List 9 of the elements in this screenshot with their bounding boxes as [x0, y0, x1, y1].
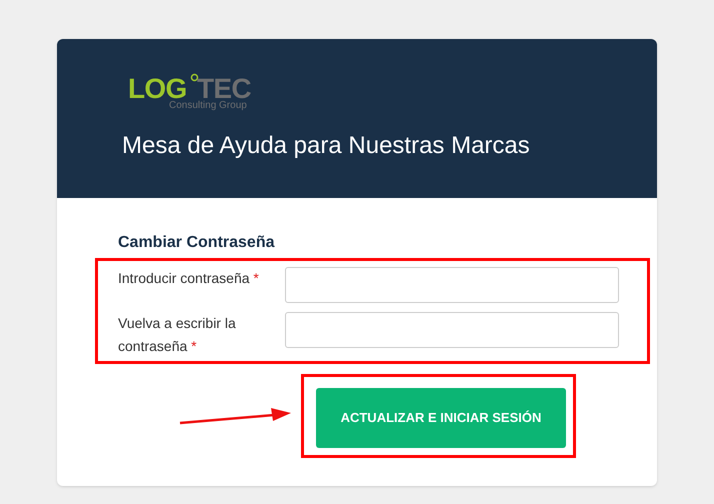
form-heading: Cambiar Contraseña	[118, 235, 276, 251]
logo-ring-icon	[190, 73, 199, 82]
submit-button[interactable]: ACTUALIZAR E INICIAR SESIÓN	[316, 388, 566, 448]
field-label: Introducir contraseña *	[118, 269, 260, 288]
header-title: Mesa de Ayuda para Nuestras Marcas	[122, 134, 531, 158]
field-label: Vuelva a escribir la contraseña *	[118, 314, 237, 356]
password-field[interactable]	[285, 312, 619, 348]
logo-tagline: Consulting Group	[169, 101, 247, 111]
password-field[interactable]	[285, 267, 619, 303]
